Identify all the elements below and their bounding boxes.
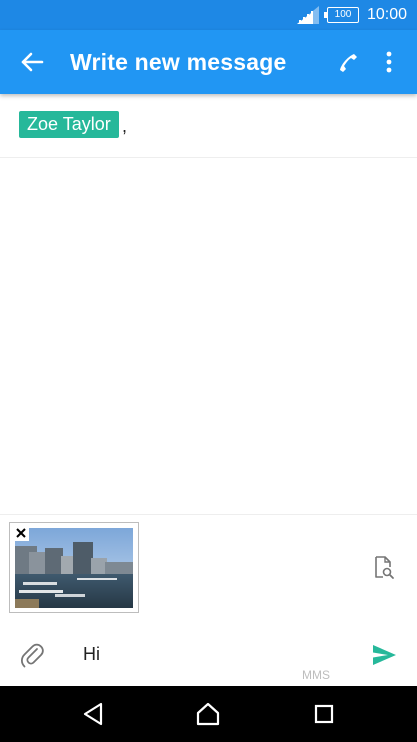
back-button[interactable] [14,44,50,80]
more-vert-icon [386,51,392,73]
preview-attachment-button[interactable] [372,555,396,581]
message-thread-area [0,158,417,514]
recipient-separator: , [122,116,128,136]
call-button[interactable] [330,44,366,80]
attach-button[interactable] [18,640,48,670]
app-bar: Write new message [0,30,417,94]
remove-attachment-button[interactable] [13,525,29,541]
send-icon [373,645,396,665]
paperclip-icon [20,643,44,668]
status-bar: 100 10:00 [0,0,417,30]
nav-home-button[interactable] [194,700,222,728]
nav-recents-icon [314,704,334,724]
nav-home-icon [196,702,220,726]
harbor-photo[interactable] [15,528,133,608]
page-title: Write new message [70,49,287,75]
signal-icon [297,6,319,24]
battery-icon: 100 [324,7,359,23]
more-options-button[interactable] [377,44,401,80]
attachment-thumbnail [9,522,139,613]
message-input[interactable]: Hi [76,636,353,672]
navigation-bar [0,686,417,742]
close-icon [16,528,26,538]
status-time: 10:00 [367,6,408,23]
phone-icon [340,54,357,72]
send-button[interactable] [369,640,399,670]
message-type-label: MMS [302,668,330,682]
battery-level: 100 [334,9,352,20]
document-search-icon [375,556,394,579]
nav-recents-button[interactable] [310,700,338,728]
nav-back-button[interactable] [79,700,107,728]
arrow-back-icon [21,52,44,72]
recipient-chip[interactable]: Zoe Taylor [19,111,119,138]
attachment-area [0,514,417,626]
recipients-field[interactable]: Zoe Taylor , [0,94,417,158]
compose-bar: Hi MMS [0,626,417,686]
app-screen: 100 10:00 Write new message Zoe Taylor ,… [0,0,417,742]
nav-back-icon [83,702,103,726]
